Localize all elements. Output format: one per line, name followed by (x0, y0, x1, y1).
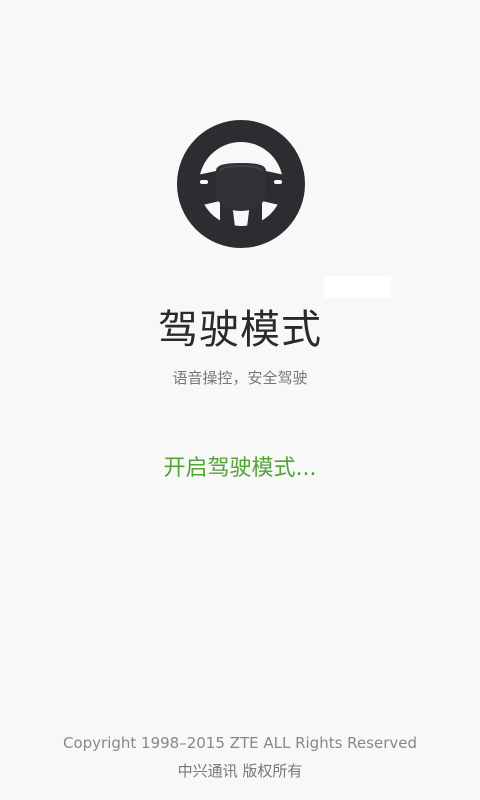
steering-wheel-icon (176, 119, 306, 249)
company-text: 中兴通讯 版权所有 (177, 762, 303, 780)
page-subtitle: 语音操控，安全驾驶 (172, 369, 308, 387)
copyright-text: Copyright 1998–2015 ZTE ALL Rights Reser… (62, 734, 417, 752)
status-text: 开启驾驶模式... (163, 456, 317, 481)
page-title: 驾驶模式 (158, 307, 322, 353)
white-patch (324, 276, 391, 298)
